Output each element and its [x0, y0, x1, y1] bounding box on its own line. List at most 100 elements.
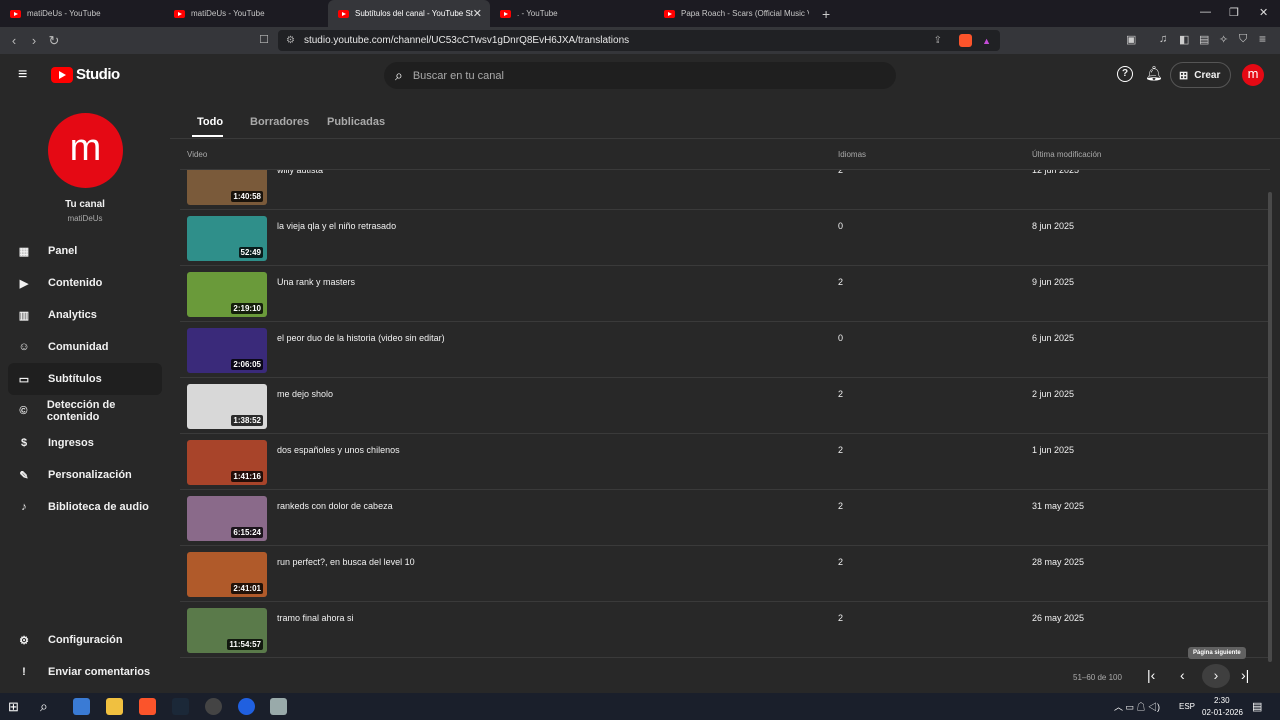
- video-thumbnail[interactable]: 2:41:01: [187, 552, 267, 597]
- file-explorer-icon[interactable]: [106, 698, 123, 715]
- vpn-icon[interactable]: ⛉: [1239, 33, 1247, 46]
- table-row[interactable]: 11:54:57 tramo final ahora si 2 26 may 2025: [180, 602, 1270, 658]
- sidebar-item-settings[interactable]: ⚙ Configuración: [8, 624, 162, 656]
- media-icon[interactable]: ♫: [1159, 33, 1167, 45]
- clock-date[interactable]: 02-01-2026: [1202, 708, 1243, 717]
- clock-time[interactable]: 2:30: [1214, 696, 1230, 705]
- sidebar-item-panel[interactable]: ▦ Panel: [8, 235, 162, 267]
- window-close-icon[interactable]: ✕: [1259, 6, 1268, 19]
- tab-drafts[interactable]: Borradores: [250, 116, 309, 128]
- sidebar-item-feedback[interactable]: ! Enviar comentarios: [8, 656, 162, 688]
- system-tray-icons[interactable]: ︿ ▭ ☖ ◁): [1114, 700, 1160, 713]
- browser-tab[interactable]: matiDeUs - YouTube: [164, 0, 328, 27]
- video-title[interactable]: me dejo sholo: [277, 389, 333, 399]
- obs-icon[interactable]: [205, 698, 222, 715]
- brave-browser-icon[interactable]: [139, 698, 156, 715]
- sidebar-item-audio-library[interactable]: ♪ Biblioteca de audio: [8, 491, 162, 523]
- video-thumbnail[interactable]: 2:06:05: [187, 328, 267, 373]
- previous-page-icon[interactable]: ‹: [1180, 667, 1185, 683]
- search-input[interactable]: ⌕ Buscar en tu canal: [384, 62, 896, 89]
- rewards-icon[interactable]: ▲: [982, 36, 991, 46]
- close-tab-icon[interactable]: ✕: [473, 7, 482, 20]
- sidebar-item-analytics[interactable]: ▥ Analytics: [8, 299, 162, 331]
- taskbar-app-icon[interactable]: [238, 698, 255, 715]
- steam-icon[interactable]: [172, 698, 189, 715]
- video-thumbnail[interactable]: 6:15:24: [187, 496, 267, 541]
- table-row[interactable]: 6:15:24 rankeds con dolor de cabeza 2 31 ma…: [180, 490, 1270, 546]
- create-button[interactable]: ⊞ Crear: [1170, 62, 1231, 88]
- video-thumbnail[interactable]: 1:38:52: [187, 384, 267, 429]
- table-row[interactable]: 2:06:05 el peor duo de la historia (video…: [180, 322, 1270, 378]
- help-icon[interactable]: ?: [1117, 66, 1133, 82]
- notifications-icon[interactable]: 🔔︎: [1145, 65, 1163, 82]
- video-thumbnail[interactable]: 1:40:58: [187, 170, 267, 205]
- first-page-icon[interactable]: |‹: [1147, 667, 1155, 683]
- video-thumbnail[interactable]: 11:54:57: [187, 608, 267, 653]
- browser-tab[interactable]: . - YouTube: [490, 0, 654, 27]
- column-header-languages[interactable]: Idiomas: [838, 150, 866, 159]
- sidebar-item-subtitles[interactable]: ▭ Subtítulos: [8, 363, 162, 395]
- url-text: studio.youtube.com/channel/UC53cCTwsv1gD…: [303, 35, 630, 46]
- video-title[interactable]: el peor duo de la historia (video sin ed…: [277, 333, 445, 343]
- scrollbar[interactable]: [1268, 192, 1272, 662]
- taskbar-search-icon[interactable]: ⌕: [40, 698, 48, 715]
- leo-ai-icon[interactable]: ✧: [1219, 33, 1228, 46]
- browser-tab[interactable]: matiDeUs - YouTube: [0, 0, 164, 27]
- reader-mode-icon[interactable]: ▣: [1126, 33, 1136, 46]
- sidebar-item-community[interactable]: ☺ Comunidad: [8, 331, 162, 363]
- new-tab-icon[interactable]: +: [822, 6, 830, 22]
- taskbar-app-icon[interactable]: [73, 698, 90, 715]
- reload-icon[interactable]: ↻: [44, 33, 64, 49]
- address-bar[interactable]: ⚙ studio.youtube.com/channel/UC53cCTwsv1…: [278, 30, 1000, 51]
- video-title[interactable]: rankeds con dolor de cabeza: [277, 501, 393, 511]
- sidebar-item-content-detection[interactable]: © Detección de contenido: [8, 395, 162, 427]
- site-info-icon[interactable]: ⚙: [286, 35, 295, 46]
- column-header-modified[interactable]: Última modificación: [1032, 150, 1101, 159]
- video-thumbnail[interactable]: 1:41:16: [187, 440, 267, 485]
- channel-avatar[interactable]: m: [48, 113, 123, 188]
- language-indicator[interactable]: ESP: [1179, 702, 1195, 711]
- minimize-icon[interactable]: —: [1200, 6, 1211, 18]
- menu-icon[interactable]: ≡: [1259, 32, 1266, 46]
- bookmark-icon[interactable]: ☐: [254, 33, 274, 46]
- hamburger-menu-icon[interactable]: ≡: [18, 66, 27, 84]
- wallet-icon[interactable]: ▤: [1199, 33, 1209, 46]
- analytics-icon: ▥: [18, 309, 30, 322]
- browser-tab[interactable]: Papa Roach - Scars (Official Music Video…: [654, 0, 814, 27]
- tab-published[interactable]: Publicadas: [327, 116, 385, 128]
- video-duration: 1:41:16: [231, 471, 263, 482]
- tab-all[interactable]: Todo: [197, 116, 223, 128]
- table-row[interactable]: 2:41:01 run perfect?, en busca del level …: [180, 546, 1270, 602]
- video-title[interactable]: run perfect?, en busca del level 10: [277, 557, 415, 567]
- video-title[interactable]: tramo final ahora si: [277, 613, 354, 623]
- table-row[interactable]: 1:41:16 dos españoles y unos chilenos 2 1 j…: [180, 434, 1270, 490]
- dashboard-icon: ▦: [18, 245, 30, 258]
- studio-logo[interactable]: Studio: [51, 66, 120, 83]
- taskbar-app-icon[interactable]: [270, 698, 287, 715]
- notification-center-icon[interactable]: ▤: [1252, 700, 1262, 713]
- next-page-button[interactable]: ›: [1202, 664, 1230, 688]
- video-title[interactable]: la vieja qla y el niño retrasado: [277, 221, 396, 231]
- restore-icon[interactable]: ❐: [1229, 6, 1239, 19]
- video-title[interactable]: Una rank y masters: [277, 277, 355, 287]
- brave-shield-icon[interactable]: [959, 34, 972, 47]
- video-title[interactable]: dos españoles y unos chilenos: [277, 445, 400, 455]
- table-row[interactable]: 52:49 la vieja qla y el niño retrasado 0 8 …: [180, 210, 1270, 266]
- sidebar-item-content[interactable]: ▶ Contenido: [8, 267, 162, 299]
- browser-tab-active[interactable]: Subtítulos del canal - YouTube Studio✕: [328, 0, 490, 27]
- back-icon[interactable]: ‹: [4, 33, 24, 48]
- windows-start-icon[interactable]: ⊞: [8, 699, 19, 715]
- last-page-icon[interactable]: ›|: [1241, 667, 1249, 683]
- sidebar-item-earn[interactable]: $ Ingresos: [8, 427, 162, 459]
- video-thumbnail[interactable]: 52:49: [187, 216, 267, 261]
- sidebar-toggle-icon[interactable]: ◧: [1179, 33, 1189, 46]
- sidebar-item-customization[interactable]: ✎ Personalización: [8, 459, 162, 491]
- account-avatar[interactable]: m: [1242, 64, 1264, 86]
- table-row[interactable]: 2:19:10 Una rank y masters 2 9 jun 2025: [180, 266, 1270, 322]
- forward-icon[interactable]: ›: [24, 33, 44, 48]
- table-row[interactable]: 1:40:58 willy autista 2 12 jun 2025: [180, 170, 1270, 210]
- share-icon[interactable]: ⇪: [934, 35, 942, 46]
- video-title[interactable]: willy autista: [277, 170, 323, 175]
- video-thumbnail[interactable]: 2:19:10: [187, 272, 267, 317]
- table-row[interactable]: 1:38:52 me dejo sholo 2 2 jun 2025: [180, 378, 1270, 434]
